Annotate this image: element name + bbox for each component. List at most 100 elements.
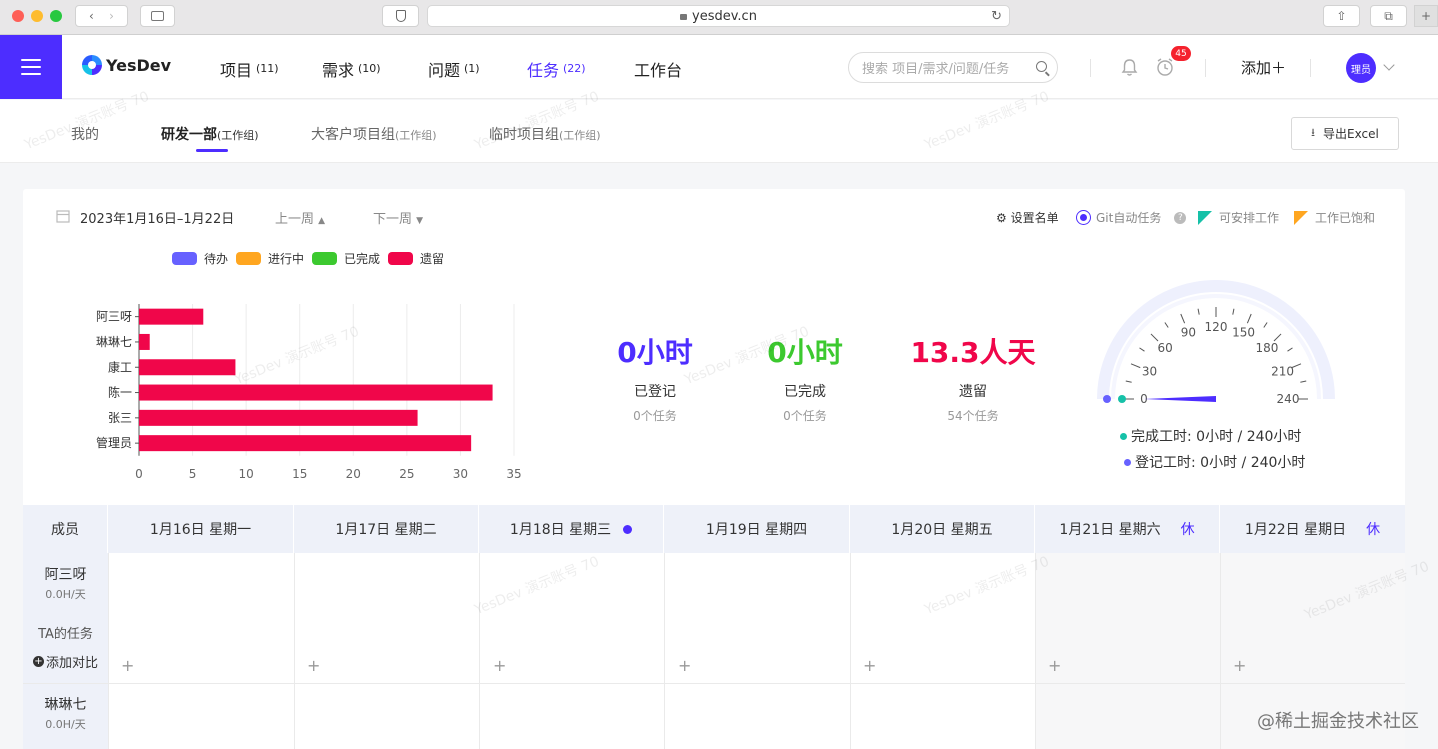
gauge-tick-label: 90 <box>1181 325 1196 339</box>
alarm-clock-icon[interactable] <box>1155 57 1175 77</box>
share-button[interactable]: ⇧ <box>1323 5 1360 27</box>
address-bar[interactable]: yesdev.cn ↻ <box>427 5 1010 27</box>
logged-tasks-count: 0个任务 <box>633 409 677 423</box>
add-task-button[interactable]: + <box>493 656 506 675</box>
legend-todo[interactable]: 待办 <box>172 250 228 267</box>
overdue-label: 遗留 <box>959 384 987 400</box>
day-header: 1月17日 星期二 <box>294 505 479 553</box>
member-name[interactable]: 琳琳七 <box>23 694 108 714</box>
gauge-tick-label: 180 <box>1255 341 1278 355</box>
gauge-tick <box>1150 333 1159 342</box>
add-button[interactable]: 添加＋ <box>1241 57 1286 78</box>
gauge-tick <box>1164 322 1169 328</box>
tab-mine[interactable]: 我的 <box>71 124 99 144</box>
chevron-down-icon[interactable] <box>1383 59 1395 71</box>
member-rate: 0.0H/天 <box>45 588 86 601</box>
teal-corner-icon <box>1198 210 1212 225</box>
legend-overdue[interactable]: 遗留 <box>388 250 444 267</box>
tab-temp-project[interactable]: 临时项目组(工作组) <box>489 124 601 144</box>
tab-rd-dept-1[interactable]: 研发一部(工作组) <box>161 124 259 144</box>
nav-tasks[interactable]: 任务 (22) <box>527 57 586 81</box>
bell-icon[interactable] <box>1121 58 1138 77</box>
orange-corner-icon <box>1294 210 1308 225</box>
help-icon[interactable]: ? <box>1174 211 1187 224</box>
gauge-tick <box>1232 308 1235 315</box>
gauge-tick-label: 30 <box>1142 364 1157 378</box>
nav-requirements[interactable]: 需求 (10) <box>322 57 381 81</box>
y-tick-label: 康工 <box>108 359 132 374</box>
prev-week-button[interactable]: 上一周 ▲ <box>275 208 325 227</box>
back-forward-buttons[interactable]: ‹ › <box>75 5 128 27</box>
bar <box>139 409 418 426</box>
avatar[interactable]: 理员 <box>1346 53 1376 83</box>
add-task-button[interactable]: + <box>863 656 876 675</box>
add-task-button[interactable]: + <box>678 656 691 675</box>
x-tick-label: 10 <box>239 467 254 481</box>
member-tasks-link[interactable]: TA的任务 <box>23 623 108 642</box>
logged-hours-value: 0小时 <box>617 336 693 369</box>
search-input[interactable]: 搜索 项目/需求/问题/任务 <box>848 52 1058 83</box>
completed-hours-legend: 完成工时: 0小时 / 240小时 <box>1120 426 1301 446</box>
logo-icon <box>82 55 102 75</box>
gauge-tick <box>1180 313 1186 324</box>
logo[interactable]: YesDev <box>82 55 171 75</box>
minimize-window-button[interactable] <box>31 10 43 22</box>
sidebar-toggle-button[interactable] <box>140 5 175 27</box>
back-icon[interactable]: ‹ <box>89 9 94 23</box>
x-tick-label: 20 <box>346 467 361 481</box>
next-week-button[interactable]: 下一周 ▼ <box>373 208 423 227</box>
nav-workbench[interactable]: 工作台 <box>634 57 682 81</box>
forward-icon[interactable]: › <box>109 9 114 23</box>
nav-issues[interactable]: 问题 (1) <box>428 57 480 81</box>
privacy-report-button[interactable] <box>382 5 419 27</box>
menu-button[interactable] <box>0 35 62 99</box>
url-text: yesdev.cn <box>692 8 757 24</box>
gauge-tick <box>1287 347 1293 352</box>
add-compare-button[interactable]: + 添加对比 <box>23 652 108 671</box>
close-window-button[interactable] <box>12 10 24 22</box>
export-excel-button[interactable]: ⭳ 导出Excel <box>1291 117 1399 150</box>
workload-card: 2023年1月16日–1月22日 上一周 ▲ 下一周 ▼ ⚙ 设置名单 Git自… <box>23 189 1405 749</box>
add-task-button[interactable]: + <box>1233 656 1246 675</box>
group-tabs: 我的 研发一部(工作组) 大客户项目组(工作组) 临时项目组(工作组) ⭳ 导出… <box>0 100 1438 163</box>
schedulable-legend: 可安排工作 <box>1198 209 1279 226</box>
new-tab-button[interactable]: + <box>1414 5 1438 27</box>
y-tick-label: 琳琳七 <box>96 335 132 349</box>
rest-day-badge: 休 <box>1180 522 1195 538</box>
app-header: YesDev 项目 (11) 需求 (10) 问题 (1) 任务 (22) 工作台 搜索… <box>0 35 1438 99</box>
nav-projects[interactable]: 项目 (11) <box>220 57 279 81</box>
completed-tasks-count: 0个任务 <box>783 409 827 423</box>
completed-hours-label: 已完成 <box>784 384 826 400</box>
add-task-button[interactable]: + <box>1048 656 1061 675</box>
y-tick-label: 阿三呀 <box>96 310 132 324</box>
gauge-tick <box>1263 322 1268 328</box>
member-name[interactable]: 阿三呀 <box>23 564 108 584</box>
legend-in-progress[interactable]: 进行中 <box>236 250 304 267</box>
settings-list-button[interactable]: ⚙ 设置名单 <box>996 209 1059 226</box>
tab-key-accounts[interactable]: 大客户项目组(工作组) <box>311 124 437 144</box>
legend-completed[interactable]: 已完成 <box>312 250 380 267</box>
tabs-icon: ⧉ <box>1384 8 1393 23</box>
gauge-tick <box>1139 347 1145 352</box>
gauge-tick <box>1130 363 1141 369</box>
reload-icon[interactable]: ↻ <box>991 9 1002 24</box>
git-auto-task-toggle[interactable]: Git自动任务 ? <box>1076 209 1187 226</box>
gauge-tick <box>1197 308 1200 315</box>
y-tick-label: 张三 <box>108 411 132 425</box>
maximize-window-button[interactable] <box>50 10 62 22</box>
add-task-button[interactable]: + <box>121 656 134 675</box>
weekly-schedule-grid: 成员 1月16日 星期一 1月17日 星期二 1月18日 星期三 1月19日 星… <box>23 505 1405 749</box>
rest-day-badge: 休 <box>1366 522 1381 538</box>
member-rate: 0.0H/天 <box>45 718 86 731</box>
date-range[interactable]: 2023年1月16日–1月22日 <box>80 208 234 227</box>
tabs-overview-button[interactable]: ⧉ <box>1370 5 1407 27</box>
search-icon[interactable] <box>1036 61 1047 72</box>
overdue-value: 13.3人天 <box>910 336 1036 369</box>
bar <box>139 333 150 350</box>
row-divider <box>23 683 1405 684</box>
add-task-button[interactable]: + <box>307 656 320 675</box>
x-tick-label: 0 <box>135 467 143 481</box>
calendar-icon <box>56 210 70 223</box>
gauge-tick-label: 150 <box>1232 325 1255 339</box>
gauge-tick-label: 60 <box>1157 341 1172 355</box>
